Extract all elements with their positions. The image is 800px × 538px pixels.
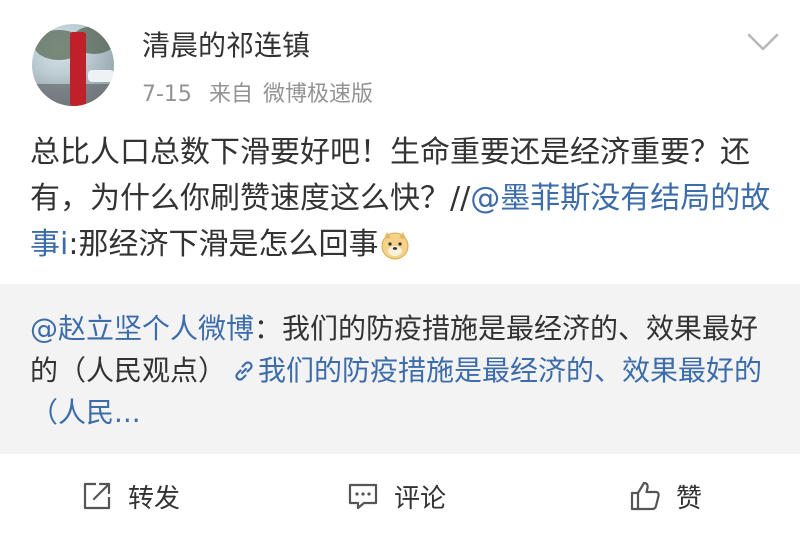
doge-emoji-icon — [381, 232, 409, 260]
like-button[interactable]: 赞 — [628, 476, 702, 516]
thumbs-up-icon — [630, 481, 660, 511]
username[interactable]: 清晨的祁连镇 — [142, 28, 310, 64]
chevron-down-icon[interactable] — [746, 30, 780, 54]
link-chain-icon — [235, 361, 253, 381]
quoted-text-block: @赵立坚个人微博：我们的防疫措施是最经济的、效果最好的（人民观点） 我们的防疫措… — [30, 308, 776, 434]
comment-label: 评论 — [394, 483, 447, 514]
quoted-author-link[interactable]: @赵立坚个人微博 — [30, 312, 254, 345]
avatar[interactable] — [32, 24, 114, 106]
post-source[interactable]: 微博极速版 — [263, 82, 373, 107]
like-label: 赞 — [676, 483, 703, 514]
post-header: 清晨的祁连镇 7-15 来自 微博极速版 — [0, 0, 800, 120]
post-body: 总比人口总数下滑要好吧！生命重要还是经济重要？还有，为什么你刷赞速度这么快？//… — [30, 130, 776, 268]
comment-icon — [348, 483, 378, 510]
repost-button[interactable]: 转发 — [80, 476, 180, 516]
repost-icon — [83, 482, 111, 510]
action-bar: 转发 评论 赞 — [0, 454, 800, 538]
post-date: 7-15 — [142, 82, 192, 107]
comment-button[interactable]: 评论 — [346, 476, 446, 516]
quoted-post[interactable]: @赵立坚个人微博：我们的防疫措施是最经济的、效果最好的（人民观点） 我们的防疫措… — [0, 284, 800, 454]
source-prefix: 来自 — [208, 82, 253, 107]
repost-label: 转发 — [128, 483, 181, 514]
post-text-after-mention: :那经济下滑是怎么回事 — [68, 227, 379, 262]
post-meta: 7-15 来自 微博极速版 — [142, 80, 383, 110]
